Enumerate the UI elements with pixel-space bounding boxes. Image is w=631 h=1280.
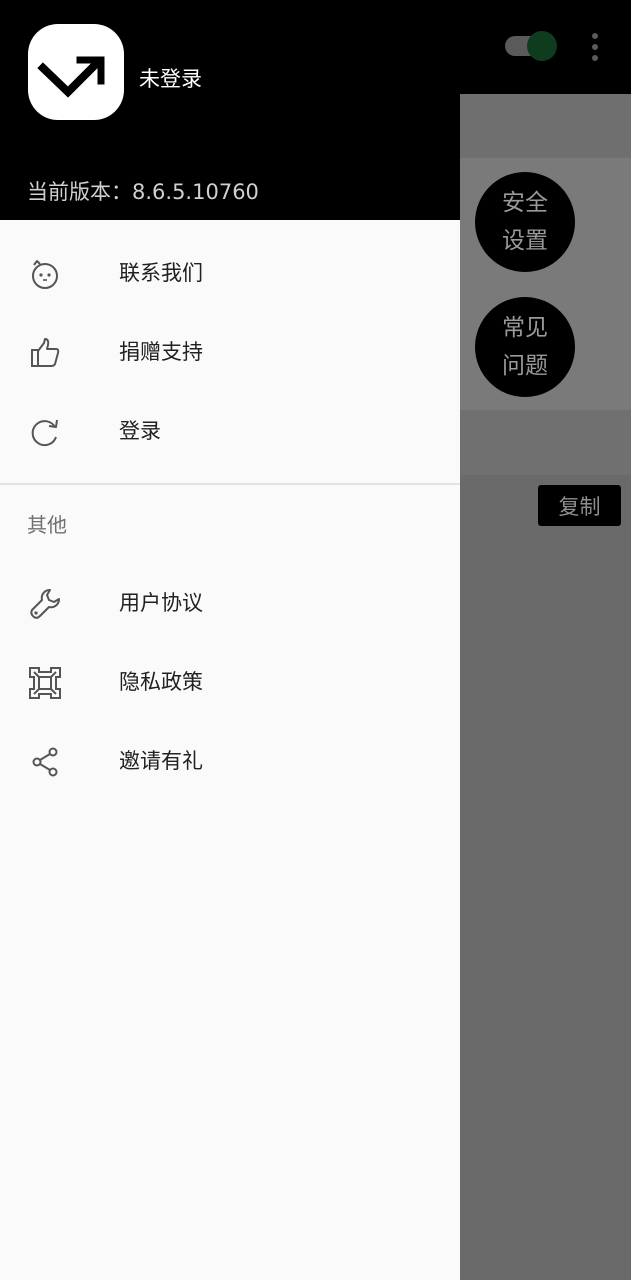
menu-item-login[interactable]: 登录 [0, 392, 460, 471]
navigation-drawer: 未登录 当前版本：8.6.5.10760 联系我们 捐赠支持 登录 其他 用户协… [0, 0, 460, 1280]
menu-item-label: 用户协议 [119, 591, 203, 615]
more-options-icon[interactable] [583, 30, 607, 64]
menu-item-invite[interactable]: 邀请有礼 [0, 722, 460, 801]
menu-item-privacy-policy[interactable]: 隐私政策 [0, 643, 460, 722]
menu-item-label: 捐赠支持 [119, 340, 203, 364]
background-content [460, 475, 631, 1280]
security-settings-button[interactable]: 安全 设置 [475, 172, 575, 272]
faq-button-line1: 常见 [502, 315, 548, 341]
refresh-icon [31, 419, 58, 447]
security-button-line2: 设置 [502, 228, 548, 254]
menu-item-contact-us[interactable]: 联系我们 [0, 234, 460, 313]
security-button-line1: 安全 [502, 190, 548, 216]
menu-item-label: 邀请有礼 [119, 749, 203, 773]
face-icon [32, 260, 58, 289]
login-status[interactable]: 未登录 [139, 64, 202, 94]
thumbs-up-icon [31, 338, 60, 367]
faq-button[interactable]: 常见 问题 [475, 297, 575, 397]
wrench-icon [30, 589, 60, 619]
background-band [460, 94, 631, 158]
share-icon [32, 747, 58, 777]
menu-item-label: 隐私政策 [119, 670, 203, 694]
menu-item-user-agreement[interactable]: 用户协议 [0, 564, 460, 643]
menu-item-donate[interactable]: 捐赠支持 [0, 313, 460, 392]
connection-toggle[interactable] [505, 31, 557, 61]
toggle-thumb [527, 31, 557, 61]
menu-item-label: 登录 [119, 419, 161, 443]
section-title-other: 其他 [27, 513, 67, 537]
frame-icon [29, 667, 61, 699]
background-band [460, 410, 631, 475]
menu-item-label: 联系我们 [119, 261, 203, 285]
menu-divider [0, 483, 460, 485]
copy-button[interactable]: 复制 [538, 485, 621, 526]
drawer-header: 未登录 当前版本：8.6.5.10760 [0, 0, 460, 220]
faq-button-line2: 问题 [502, 353, 548, 379]
version-text: 当前版本：8.6.5.10760 [27, 180, 259, 204]
app-logo-icon[interactable] [28, 24, 124, 120]
